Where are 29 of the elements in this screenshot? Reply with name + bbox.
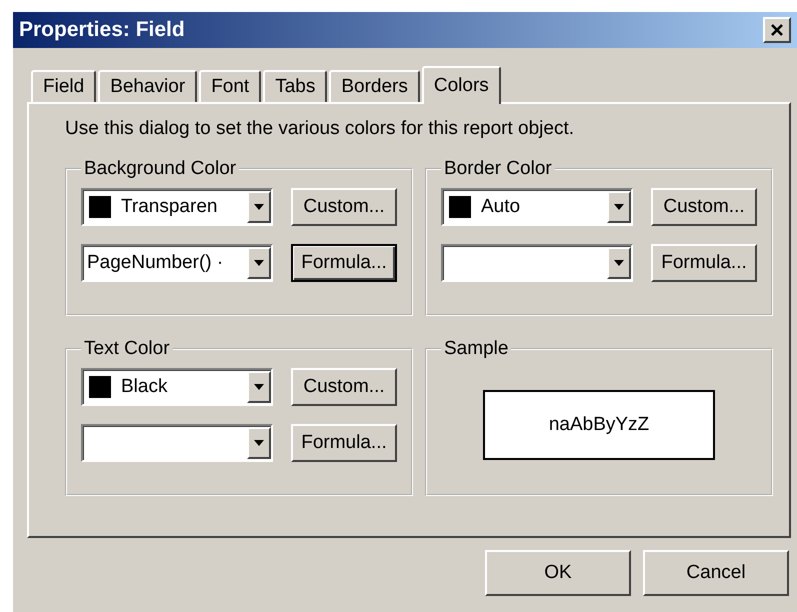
- tab[interactable]: Tabs: [263, 70, 328, 102]
- color-dropdown[interactable]: Transparen: [81, 188, 273, 226]
- window-title: Properties: Field: [19, 18, 185, 42]
- formula-button[interactable]: Formula...: [291, 424, 397, 462]
- custom-button[interactable]: Custom...: [291, 368, 397, 406]
- group-title: Border Color: [443, 158, 553, 180]
- dialog-button[interactable]: OK: [485, 550, 631, 596]
- dialog-button[interactable]: Cancel: [643, 550, 789, 596]
- tab[interactable]: Font: [199, 70, 262, 102]
- tab[interactable]: Colors: [422, 66, 501, 104]
- custom-button[interactable]: Custom...: [291, 188, 397, 226]
- close-icon: [770, 23, 784, 37]
- sample-text-preview: naAbByYzZ: [483, 390, 715, 460]
- color-dropdown[interactable]: Auto: [441, 188, 633, 226]
- formula-dropdown[interactable]: [81, 424, 273, 462]
- custom-button[interactable]: Custom...: [651, 188, 757, 226]
- description-text: Use this dialog to set the various colors for this report object.: [65, 118, 576, 140]
- close-button[interactable]: [763, 17, 791, 43]
- group-title: Background Color: [83, 158, 238, 180]
- tab[interactable]: Borders: [329, 70, 420, 102]
- group-title: Sample: [443, 338, 510, 360]
- tab[interactable]: Behavior: [98, 70, 198, 102]
- group-title: Text Color: [83, 338, 171, 360]
- formula-dropdown[interactable]: [441, 244, 633, 282]
- tab[interactable]: Field: [31, 70, 96, 102]
- formula-button[interactable]: Formula...: [651, 244, 757, 282]
- formula-button[interactable]: Formula...: [291, 244, 397, 282]
- formula-dropdown[interactable]: PageNumber() ·: [81, 244, 273, 282]
- color-dropdown[interactable]: Black: [81, 368, 273, 406]
